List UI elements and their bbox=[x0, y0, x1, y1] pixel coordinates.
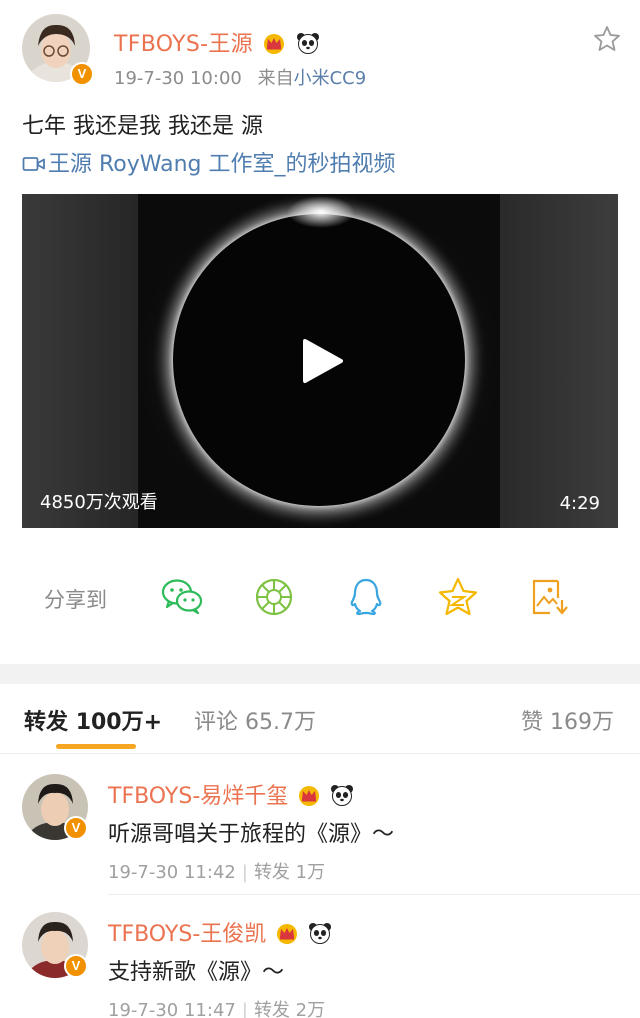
video-camera-icon bbox=[22, 157, 45, 171]
tab-likes-label: 赞 bbox=[520, 710, 543, 735]
crown-icon bbox=[277, 924, 298, 944]
verified-badge: V bbox=[64, 954, 88, 978]
tab-likes[interactable]: 赞 169万 bbox=[521, 704, 614, 736]
interaction-tabs: 转发 100万+ 评论 65.7万 赞 169万 bbox=[0, 684, 640, 754]
meta-separator: | bbox=[241, 862, 248, 883]
post-meta: 19-7-30 10:00 来自小米CC9 bbox=[114, 64, 366, 90]
repost-date: 19-7-30 11:47 bbox=[108, 1000, 236, 1018]
save-image-icon[interactable] bbox=[528, 576, 572, 618]
source-prefix: 来自 bbox=[257, 68, 294, 89]
author-name-text: TFBOYS-王源 bbox=[114, 32, 253, 57]
repost-author[interactable]: TFBOYS-王俊凯 bbox=[108, 916, 332, 948]
play-icon[interactable] bbox=[299, 338, 345, 384]
repost-date: 19-7-30 11:42 bbox=[108, 862, 236, 883]
tab-reposts[interactable]: 转发 100万+ bbox=[24, 704, 162, 736]
video-player[interactable]: 4850万次观看 4:29 bbox=[22, 194, 618, 528]
repost-count: 1万 bbox=[295, 862, 326, 883]
active-tab-indicator bbox=[56, 744, 136, 749]
repost-author-text: TFBOYS-易烊千玺 bbox=[108, 784, 289, 809]
repost-meta: 19-7-30 11:47 | 转发 2万 bbox=[108, 996, 325, 1018]
tab-comments-label: 评论 bbox=[194, 710, 239, 735]
qq-icon[interactable] bbox=[344, 576, 388, 618]
panda-icon bbox=[331, 785, 354, 806]
panda-icon bbox=[296, 33, 319, 54]
moments-icon[interactable] bbox=[252, 576, 296, 618]
video-source-link-text: 王源 RoyWang 工作室_的秒拍视频 bbox=[48, 152, 396, 177]
repost-text: 支持新歌《源》～ bbox=[108, 960, 285, 985]
view-count: 4850万次观看 bbox=[40, 492, 158, 513]
tab-comments[interactable]: 评论 65.7万 bbox=[194, 704, 316, 736]
repost-meta: 19-7-30 11:42 | 转发 1万 bbox=[108, 858, 325, 884]
video-blur-left bbox=[22, 194, 138, 528]
post-text: 七年 我还是我 我还是 源 bbox=[22, 114, 263, 139]
wechat-icon[interactable] bbox=[160, 576, 204, 618]
repost-divider bbox=[108, 894, 640, 895]
video-blur-right bbox=[500, 194, 618, 528]
post-date: 19-7-30 10:00 bbox=[114, 68, 242, 89]
author-name[interactable]: TFBOYS-王源 bbox=[114, 26, 320, 58]
verified-badge: V bbox=[64, 816, 88, 840]
repost-count-label[interactable]: 转发 bbox=[254, 862, 290, 883]
share-row: 分享到 bbox=[22, 572, 618, 624]
meta-separator: | bbox=[241, 1000, 248, 1018]
repost-author[interactable]: TFBOYS-易烊千玺 bbox=[108, 778, 354, 810]
verified-badge: V bbox=[70, 62, 94, 86]
favorite-star-icon[interactable] bbox=[592, 24, 622, 54]
repost-count-label[interactable]: 转发 bbox=[254, 1000, 290, 1018]
post-header: V TFBOYS-王源 19-7-30 10:00 来自小米CC9 bbox=[22, 14, 622, 94]
video-source-link[interactable]: 王源 RoyWang 工作室_的秒拍视频 bbox=[22, 146, 396, 178]
tab-likes-count: 169万 bbox=[550, 710, 614, 735]
video-duration: 4:29 bbox=[559, 493, 600, 514]
tab-reposts-count: 100万+ bbox=[75, 710, 163, 735]
panda-icon bbox=[309, 923, 332, 944]
source-device[interactable]: 小米CC9 bbox=[294, 68, 367, 89]
crown-icon bbox=[299, 786, 320, 806]
share-label: 分享到 bbox=[44, 588, 107, 612]
crown-icon bbox=[264, 34, 285, 54]
tab-comments-count: 65.7万 bbox=[245, 710, 317, 735]
repost-count: 2万 bbox=[295, 1000, 326, 1018]
tab-reposts-label: 转发 bbox=[24, 710, 69, 735]
section-divider bbox=[0, 664, 640, 684]
qzone-icon[interactable] bbox=[436, 576, 480, 618]
repost-text: 听源哥唱关于旅程的《源》～ bbox=[108, 822, 395, 847]
repost-author-text: TFBOYS-王俊凯 bbox=[108, 922, 267, 947]
